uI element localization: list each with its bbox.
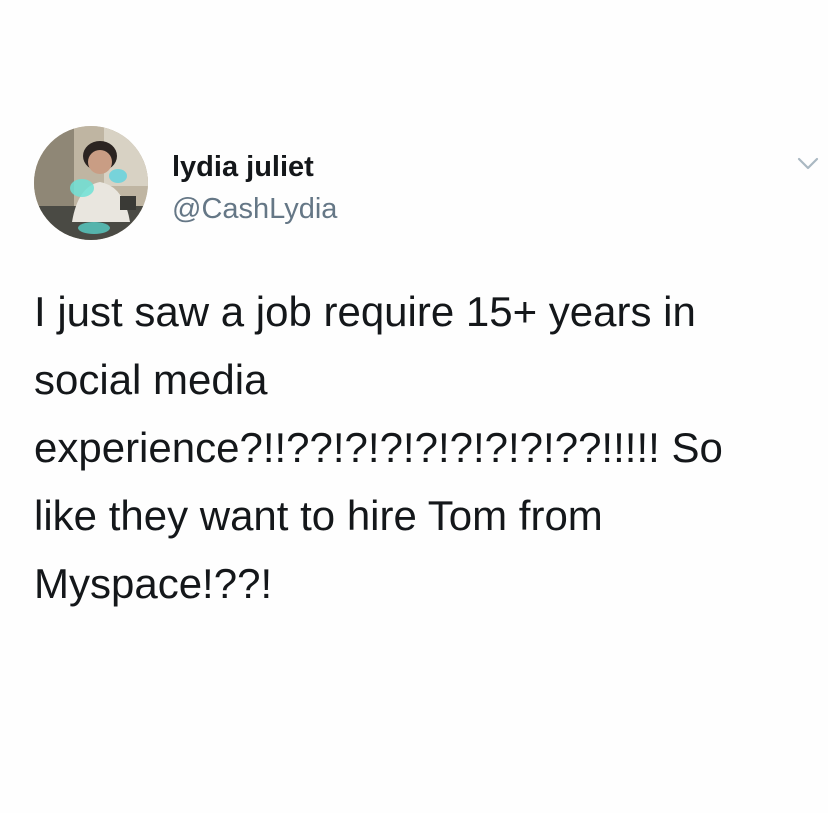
chevron-down-icon[interactable]: [796, 155, 820, 173]
tweet-text-line: I just saw a job require 15+ years in: [34, 288, 696, 335]
tweet-text-line: like they want to hire Tom from: [34, 492, 603, 539]
tweet-text: I just saw a job require 15+ years in so…: [34, 278, 804, 618]
tweet-card: lydia juliet @CashLydia I just saw a job…: [0, 0, 828, 813]
author-display-name[interactable]: lydia juliet: [172, 150, 314, 184]
avatar[interactable]: [34, 126, 148, 240]
tweet-text-line: social media: [34, 356, 268, 403]
tweet-text-line: experience?!!??!?!?!?!?!?!?!??!!!!! So: [34, 424, 723, 471]
author-handle[interactable]: @CashLydia: [172, 192, 337, 226]
tweet-text-line: Myspace!??!: [34, 560, 273, 607]
avatar-photo: [34, 126, 148, 240]
